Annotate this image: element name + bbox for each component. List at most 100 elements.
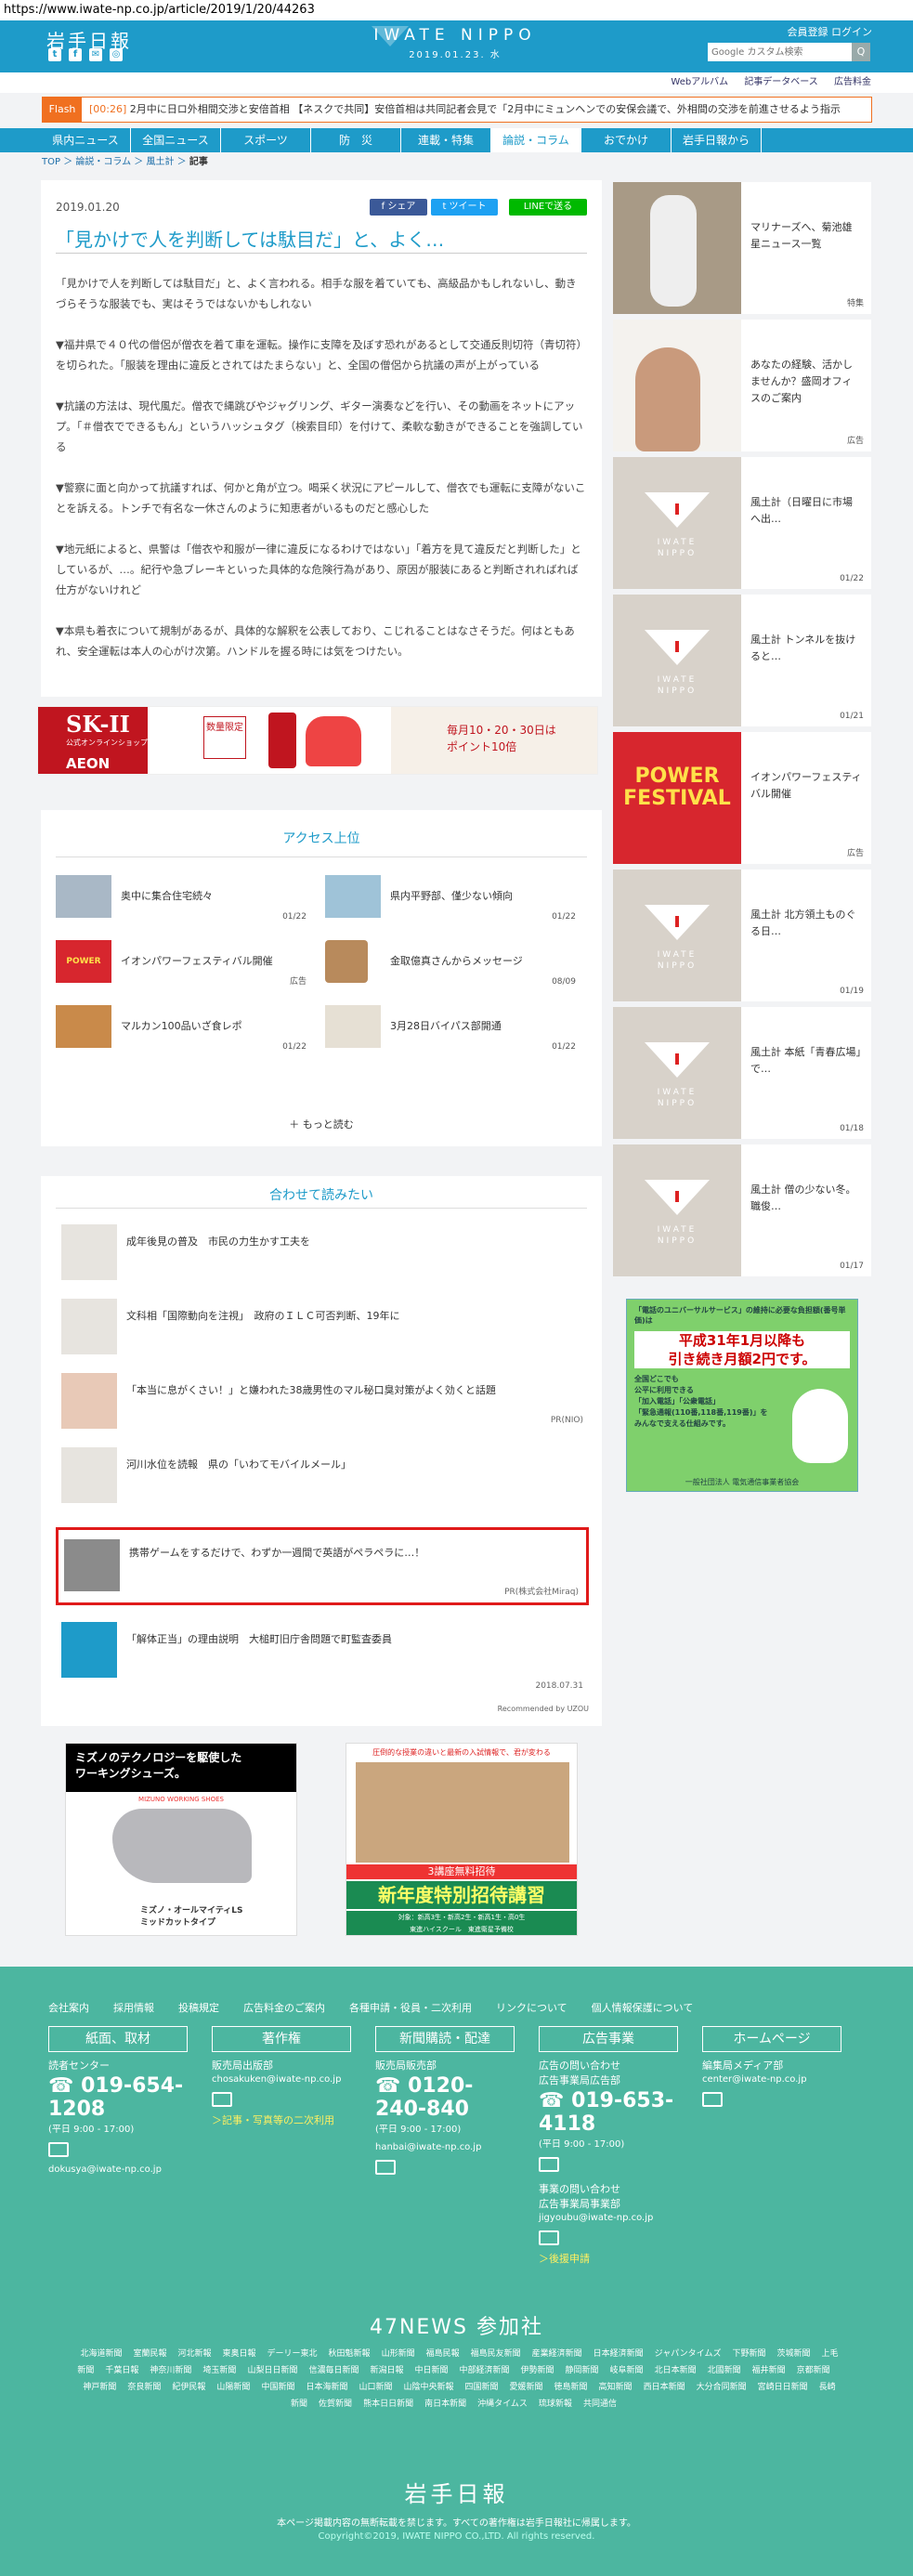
- paper-link[interactable]: 熊本日日新聞: [363, 2399, 413, 2409]
- mizuno-ad[interactable]: ミズノのテクノロジーを駆使した ワーキングシューズ。 MIZUNO WORKIN…: [65, 1743, 297, 1936]
- footer-link[interactable]: 会社案内: [48, 2000, 89, 2015]
- footer-logo[interactable]: 岩手日報: [0, 2476, 913, 2508]
- paper-link[interactable]: 秋田魁新報: [329, 2349, 371, 2359]
- browser-url-bar[interactable]: https://www.iwate-np.co.jp/article/2019/…: [0, 0, 913, 20]
- sidebar-item[interactable]: マリナーズへ、菊池雄星ニュース一覧 特集: [613, 182, 871, 314]
- related-item-highlighted[interactable]: 携帯ゲームをするだけで、わずか一週間で英語がペラペラに…！ PR(株式会社Mir…: [56, 1527, 589, 1605]
- ranking-item[interactable]: 奥中に集合住宅続々 01/22: [56, 875, 307, 922]
- mail-icon[interactable]: [375, 2160, 396, 2175]
- paper-link[interactable]: 日本海新聞: [306, 2383, 347, 2392]
- paper-link[interactable]: 北日本新聞: [655, 2366, 697, 2375]
- line-share-button[interactable]: LINEで送る: [509, 199, 587, 216]
- paper-link[interactable]: 中日新聞: [414, 2366, 448, 2375]
- related-item[interactable]: 「本当に息がくさい！」と嫌われた38歳男性のマル秘口臭対策がよく効くと話題 PR…: [61, 1373, 583, 1429]
- subnav-ad-rates[interactable]: 広告料金: [834, 77, 871, 87]
- search-input[interactable]: [708, 43, 852, 61]
- skii-ad-banner[interactable]: SK-II 公式オンラインショップ AEON 数量限定 毎月10・20・30日は…: [37, 706, 598, 775]
- phone-number[interactable]: ☎ 019-654-1208: [48, 2074, 188, 2121]
- paper-link[interactable]: 河北新報: [178, 2349, 212, 2359]
- mail-icon[interactable]: [48, 2142, 69, 2157]
- nav-series[interactable]: 連載・特集: [401, 128, 491, 152]
- paper-link[interactable]: 新潟日報: [370, 2366, 403, 2375]
- footer-link[interactable]: 広告料金のご案内: [243, 2000, 325, 2015]
- sidebar-item[interactable]: IWATE NIPPO 風土計 北方領土ものぐる日… 01/19: [613, 870, 871, 1001]
- nav-editorial[interactable]: 論説・コラム: [491, 128, 581, 152]
- paper-link[interactable]: 京都新聞: [797, 2366, 830, 2375]
- sidebar-item[interactable]: IWATE NIPPO 風土計 本紙「青春広場」で… 01/18: [613, 1007, 871, 1139]
- mail-icon[interactable]: [539, 2230, 559, 2245]
- ranking-item[interactable]: POWER イオンパワーフェスティバル開催 広告: [56, 940, 307, 987]
- paper-link[interactable]: 山梨日日新聞: [247, 2366, 297, 2375]
- paper-link[interactable]: 山陰中央新報: [403, 2383, 453, 2392]
- mail-icon[interactable]: [212, 2092, 232, 2107]
- ranking-item[interactable]: 県内平野部、僅少ない傾向 01/22: [325, 875, 576, 922]
- facebook-icon[interactable]: f: [69, 48, 82, 61]
- sidebar-item[interactable]: IWATE NIPPO 風土計 僧の少ない冬。職俊… 01/17: [613, 1144, 871, 1276]
- subnav-database[interactable]: 記事データベース: [744, 77, 818, 87]
- paper-link[interactable]: 高知新聞: [599, 2383, 633, 2392]
- flash-news-ticker[interactable]: Flash [00:26] 2月中に日ロ外相間交渉と安倍首相 【ネスクで共同】安…: [42, 97, 872, 123]
- footer-link[interactable]: リンクについて: [496, 2000, 567, 2015]
- sidebar-item[interactable]: IWATE NIPPO 風土計 トンネルを抜けると… 01/21: [613, 595, 871, 726]
- paper-link[interactable]: 中部経済新聞: [460, 2366, 510, 2375]
- secondary-use-link[interactable]: ＞記事・写真等の二次利用: [212, 2112, 351, 2127]
- paper-link[interactable]: 共同通信: [583, 2399, 617, 2409]
- paper-link[interactable]: 大分合同新聞: [697, 2383, 747, 2392]
- paper-link[interactable]: 山形新聞: [382, 2349, 415, 2359]
- paper-link[interactable]: 北國新聞: [708, 2366, 741, 2375]
- related-item[interactable]: 文科相「国際動向を注視」 政府のＩＬＣ可否判断、19年に: [61, 1299, 583, 1354]
- breadcrumb-editorial[interactable]: 論説・コラム: [75, 157, 131, 167]
- ranking-item[interactable]: 3月28日バイパス部開通 01/22: [325, 1005, 576, 1052]
- paper-link[interactable]: 信濃毎日新聞: [308, 2366, 359, 2375]
- paper-link[interactable]: 産業経済新聞: [532, 2349, 582, 2359]
- nav-sports[interactable]: スポーツ: [221, 128, 311, 152]
- twitter-icon[interactable]: t: [48, 48, 61, 61]
- paper-link[interactable]: デーリー東北: [267, 2349, 318, 2359]
- paper-link[interactable]: 岐阜新聞: [610, 2366, 644, 2375]
- sponsorship-link[interactable]: ＞後援申請: [539, 2251, 678, 2266]
- uzou-credit[interactable]: Recommended by UZOU: [498, 1705, 589, 1713]
- paper-link[interactable]: 山口新聞: [359, 2383, 392, 2392]
- paper-link[interactable]: 沖縄タイムス: [477, 2399, 528, 2409]
- paper-link[interactable]: 佐賀新聞: [319, 2399, 352, 2409]
- email-link[interactable]: jigyoubu@iwate-np.co.jp: [539, 2213, 678, 2223]
- paper-link[interactable]: 徳島新聞: [554, 2383, 588, 2392]
- footer-link[interactable]: 投稿規定: [178, 2000, 219, 2015]
- subnav-web-album[interactable]: Webアルバム: [671, 77, 728, 87]
- mail-icon[interactable]: [539, 2157, 559, 2172]
- nav-from-iwate-nippo[interactable]: 岩手日報から: [672, 128, 762, 152]
- paper-link[interactable]: 福井新聞: [752, 2366, 786, 2375]
- ranking-item[interactable]: 金取億真さんからメッセージ 08/09: [325, 940, 576, 987]
- breadcrumb-top[interactable]: TOP: [42, 157, 60, 167]
- paper-link[interactable]: 南日本新聞: [424, 2399, 466, 2409]
- paper-link[interactable]: 西日本新聞: [644, 2383, 685, 2392]
- related-item[interactable]: 成年後見の普及 市民の力生かす工夫を: [61, 1224, 583, 1280]
- paper-link[interactable]: 室蘭民報: [133, 2349, 166, 2359]
- email-link[interactable]: chosakuken@iwate-np.co.jp: [212, 2074, 351, 2085]
- related-item[interactable]: 河川水位を読報 県の「いわてモバイルメール」: [61, 1447, 583, 1503]
- footer-link[interactable]: 個人情報保護について: [592, 2000, 694, 2015]
- search-button[interactable]: Q: [852, 43, 870, 61]
- phone-number[interactable]: ☎ 019-653-4118: [539, 2089, 678, 2136]
- paper-link[interactable]: 奈良新聞: [127, 2383, 161, 2392]
- paper-link[interactable]: 宮崎日日新聞: [758, 2383, 808, 2392]
- related-item[interactable]: 「解体正当」の理由説明 大槌町旧庁舎問題で町監査委員 2018.07.31: [61, 1622, 583, 1691]
- email-link[interactable]: hanbai@iwate-np.co.jp: [375, 2142, 515, 2152]
- breadcrumb-fudokei[interactable]: 風土計: [146, 157, 174, 167]
- paper-link[interactable]: 愛媛新聞: [510, 2383, 543, 2392]
- paper-link[interactable]: 下野新聞: [732, 2349, 765, 2359]
- paper-link[interactable]: 福島民友新聞: [471, 2349, 521, 2359]
- paper-link[interactable]: 福島民報: [426, 2349, 460, 2359]
- facebook-share-button[interactable]: f シェア: [370, 199, 427, 216]
- read-more-button[interactable]: ＋ もっと読む: [41, 1117, 602, 1131]
- paper-link[interactable]: 北海道新聞: [80, 2349, 122, 2359]
- paper-link[interactable]: 埼玉新聞: [202, 2366, 236, 2375]
- paper-link[interactable]: 東奥日報: [223, 2349, 256, 2359]
- universal-service-ad[interactable]: 「電話のユニバーサルサービス」の維持に必要な負担額(番号単価)は 平成31年1月…: [626, 1299, 858, 1492]
- sidebar-item[interactable]: POWER FESTIVAL イオンパワーフェスティバル開催 広告: [613, 732, 871, 864]
- footer-link[interactable]: 各種申請・役員・二次利用: [349, 2000, 472, 2015]
- paper-link[interactable]: 神奈川新聞: [150, 2366, 191, 2375]
- nav-prefecture-news[interactable]: 県内ニュース: [41, 128, 131, 152]
- paper-link[interactable]: 千葉日報: [105, 2366, 138, 2375]
- login-link[interactable]: ログイン: [831, 26, 872, 38]
